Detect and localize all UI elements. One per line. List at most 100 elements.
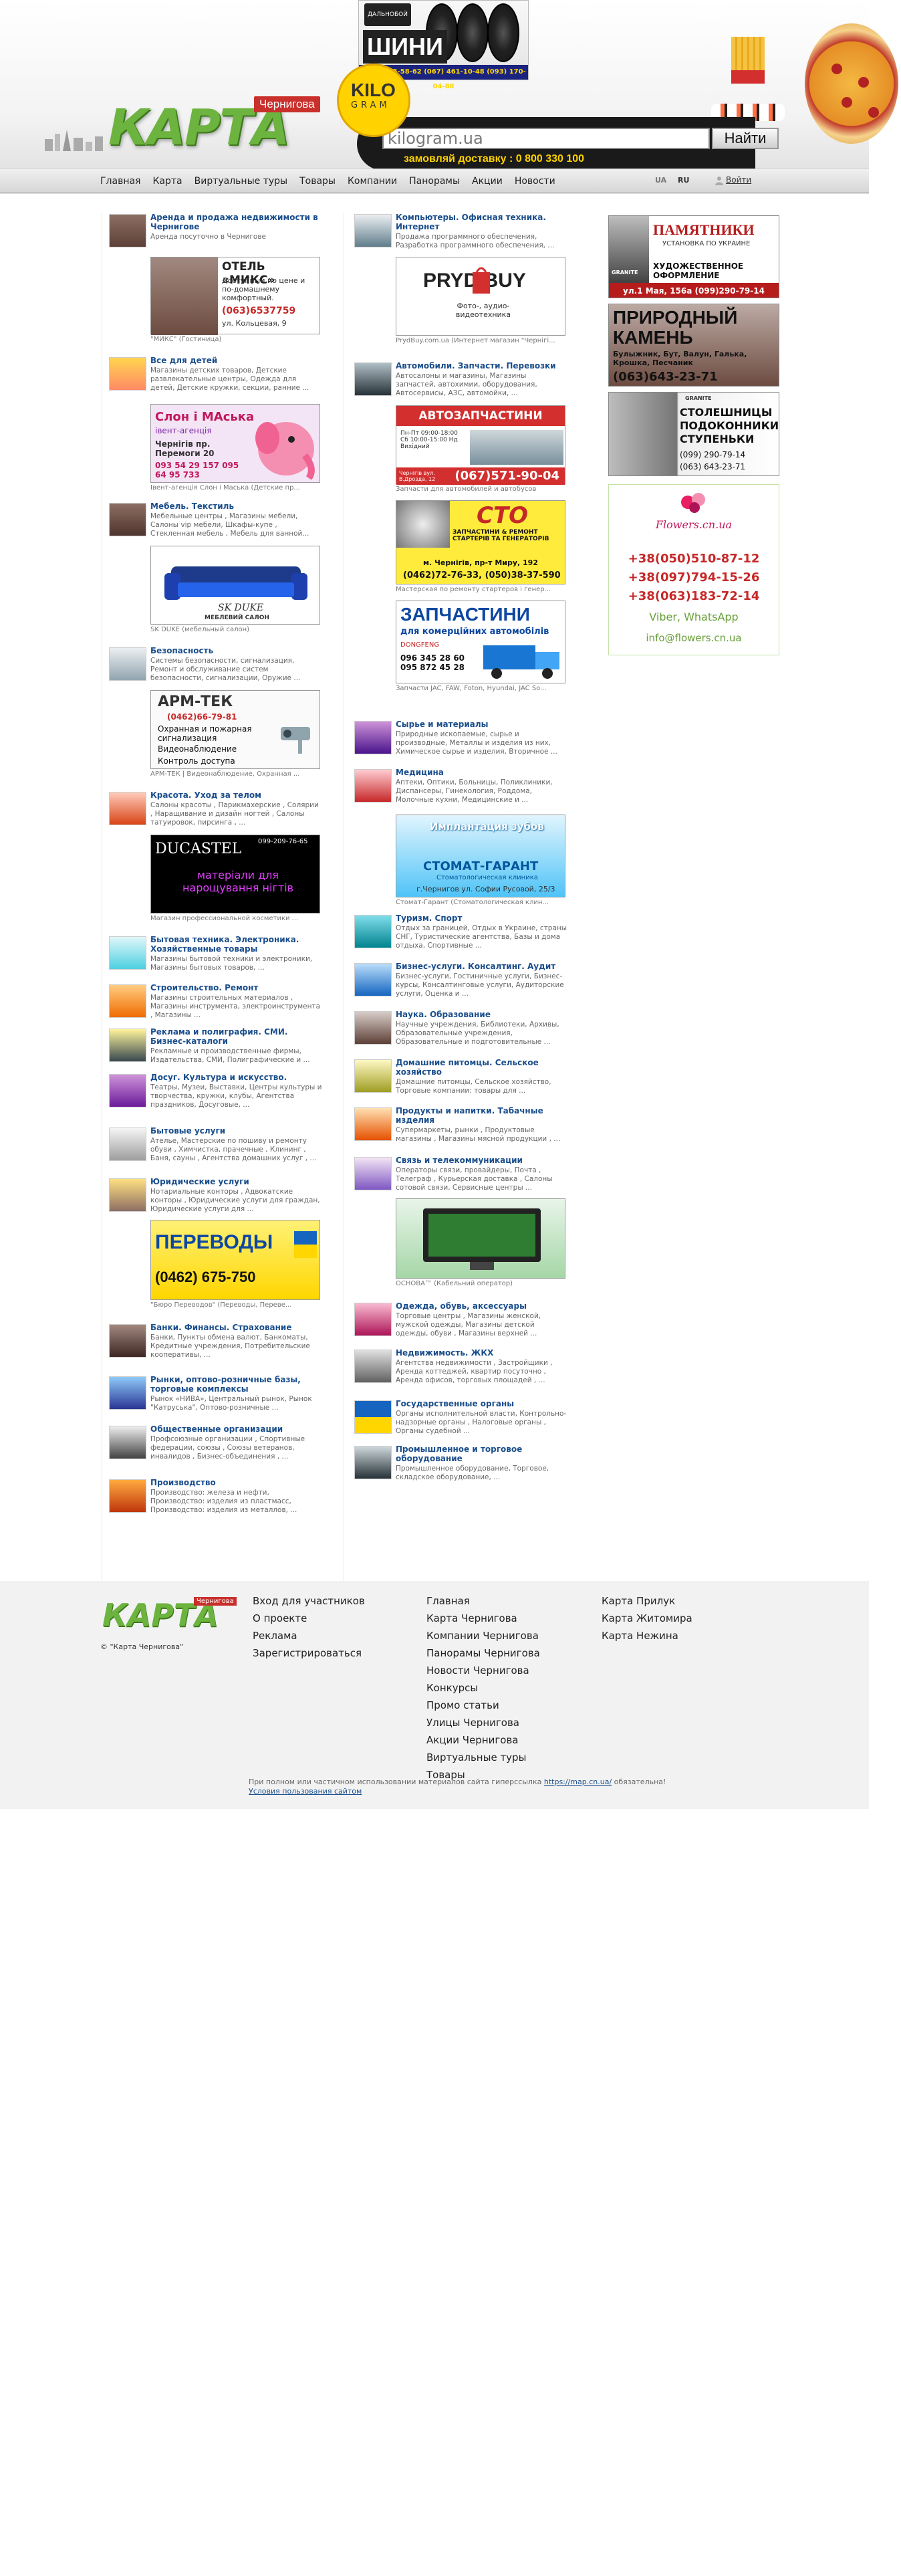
sk-duke-ad[interactable]: SK DUKE МЕБЛЕВИЙ САЛОН [150, 546, 320, 625]
footer-note: При полном или частичном использовании м… [249, 1778, 666, 1786]
footer-link[interactable]: Виртуальные туры [426, 1752, 540, 1763]
footer-link[interactable]: Панорамы Чернигова [426, 1648, 540, 1659]
natural-stone-banner[interactable]: ПРИРОДНЫЙ КАМЕНЬ Булыжник, Бут, Валун, Г… [608, 304, 779, 387]
ukraine-emblem-icon [294, 1231, 317, 1258]
category-title[interactable]: Рынки, оптово-розничные базы, торговые к… [150, 1375, 323, 1394]
nav-item-home[interactable]: Главная [100, 176, 140, 187]
translations-ad[interactable]: ПЕРЕВОДЫ (0462) 675-750 [150, 1220, 320, 1300]
footer-link[interactable]: Конкурсы [426, 1683, 540, 1694]
stomat-garant-ad[interactable]: Имплантация зубов СТОМАТ-ГАРАНТ Стоматол… [396, 815, 565, 897]
countertops-banner[interactable]: GRANITE СТОЛЕШНИЦЫ ПОДОКОННИКИ СТУПЕНЬКИ… [608, 392, 779, 476]
category-title[interactable]: Государственные органы [396, 1399, 568, 1408]
dongfeng-ad[interactable]: ЗАПЧАСТИНИ для комерційних автомобілів D… [396, 601, 565, 683]
category-title[interactable]: Производство [150, 1478, 323, 1487]
footer-link[interactable]: Акции Чернигова [426, 1735, 540, 1746]
category-title[interactable]: Медицина [396, 768, 568, 777]
search-input[interactable] [382, 128, 710, 149]
nav-item-goods[interactable]: Товары [299, 176, 336, 187]
ad-caption[interactable]: ОСНОВА™ (Кабельний оператор) [396, 1280, 568, 1287]
user-icon [715, 177, 723, 185]
footer-city-link[interactable]: Карта Житомира [602, 1613, 692, 1624]
ad-caption[interactable]: Стомат-Гарант (Стоматологическая клин... [396, 899, 568, 906]
nav-item-map[interactable]: Карта [152, 176, 182, 187]
category-title[interactable]: Бытовые услуги [150, 1126, 323, 1136]
category-title[interactable]: Аренда и продажа недвижимости в Чернигов… [150, 213, 323, 231]
category-title[interactable]: Наука. Образование [396, 1010, 568, 1019]
category-title[interactable]: Общественные организации [150, 1424, 323, 1434]
nav-item-companies[interactable]: Компании [348, 176, 397, 187]
category-title[interactable]: Безопасность [150, 646, 323, 655]
category-title[interactable]: Связь и телекоммуникации [396, 1156, 568, 1165]
slon-i-maska-ad[interactable]: Слон і МАська івент-агенція Чернігів пр.… [150, 404, 320, 483]
avtozapchastyny-ad[interactable]: АВТОЗАПЧАСТИНИ Пн-Пт 09:00-18:00 Сб 10:0… [396, 405, 565, 485]
category-desc: Автосалоны и магазины, Магазины запчасте… [396, 372, 537, 397]
footer-link[interactable]: Компании Чернигова [426, 1630, 540, 1642]
ad-caption[interactable]: АРМ-ТЕК | Видеонаблюдение, Охранная ... [150, 770, 323, 778]
category-title[interactable]: Мебель. Текстиль [150, 502, 323, 511]
search-button[interactable]: Найти [712, 128, 779, 149]
ad-caption[interactable]: "МИКС" (Гостиница) [150, 336, 323, 343]
category-title[interactable]: Домашние питомцы. Сельское хозяйство [396, 1058, 568, 1077]
category-title[interactable]: Бизнес-услуги. Консалтинг. Аудит [396, 962, 568, 971]
footer-register-link[interactable]: Зарегистрироваться [253, 1648, 365, 1659]
category-title[interactable]: Одежда, обувь, аксессуары [396, 1301, 568, 1311]
category-title[interactable]: Компьютеры. Офисная техника. Интернет [396, 213, 568, 231]
hotel-mix-ad[interactable]: ОТЕЛЬ «МИКС» Доступный по цене и по-дома… [150, 257, 320, 335]
sto-ad[interactable]: СТО ЗАПЧАСТИНИ & РЕМОНТ СТАРТЕРІВ ТА ГЕН… [396, 500, 565, 584]
ad-caption[interactable]: Запчасти для автомобилей и автобусов [396, 486, 568, 493]
pizza-icon [805, 23, 898, 144]
category-title[interactable]: Все для детей [150, 356, 323, 365]
ad-caption[interactable]: "Бюро Переводов" (Переводы, Переве... [150, 1301, 323, 1309]
category-title[interactable]: Продукты и напитки. Табачные изделия [396, 1106, 568, 1125]
ad-caption[interactable]: Мастерская по ремонту стартеров і генер.… [396, 586, 568, 593]
nav-item-promotions[interactable]: Акции [472, 176, 503, 187]
category-title[interactable]: Сырье и материалы [396, 720, 568, 729]
ad-caption[interactable]: Магазин профессиональной косметики ... [150, 915, 323, 922]
footer-city-link[interactable]: Карта Прилук [602, 1596, 692, 1607]
category-title[interactable]: Промышленное и торговое оборудование [396, 1444, 568, 1463]
flowers-banner[interactable]: Flowers.cn.ua +38(050)510-87-12 +38(097)… [608, 484, 779, 655]
category-title[interactable]: Автомобили. Запчасти. Перевозки [396, 361, 568, 370]
nav-item-virtual-tours[interactable]: Виртуальные туры [195, 176, 287, 187]
category-title[interactable]: Недвижимость. ЖКХ [396, 1348, 568, 1358]
footer-city-link[interactable]: Карта Нежина [602, 1630, 692, 1642]
nav-item-panoramas[interactable]: Панорамы [409, 176, 460, 187]
category-title[interactable]: Реклама и полиграфия. СМИ. Бизнес-катало… [150, 1027, 323, 1046]
login-link[interactable]: Войти [726, 175, 751, 185]
prydbuy-ad[interactable]: PRYD BUY Фото-, аудио- видеотехника [396, 257, 565, 336]
monuments-banner[interactable]: GRANITE ПАМЯТНИКИ УСТАНОВКА ПО УКРАИНЕ Х… [608, 215, 779, 298]
footer-link[interactable]: Главная [426, 1596, 540, 1607]
lang-ua[interactable]: UA [655, 176, 666, 185]
banner-brand: GRANITE [612, 270, 638, 276]
nav-item-news[interactable]: Новости [515, 176, 555, 187]
lang-ru[interactable]: RU [678, 176, 689, 185]
category-title[interactable]: Красота. Уход за телом [150, 790, 323, 800]
footer-link[interactable]: Промо статьи [426, 1700, 540, 1711]
footer-logo[interactable]: КАРТА Чернигова [90, 1597, 237, 1637]
footer-login-link[interactable]: Вход для участников [253, 1596, 365, 1607]
ad-caption[interactable]: Запчасти JAC, FAW, Foton, Hyundai, JAC S… [396, 685, 568, 692]
arm-tek-ad[interactable]: АРМ-ТЕК (0462)66-79-81 Охранная и пожарн… [150, 690, 320, 769]
banner-line4: (099) 290-79-14 [680, 450, 746, 459]
category-title[interactable]: Строительство. Ремонт [150, 983, 323, 992]
category-title[interactable]: Банки. Финансы. Страхование [150, 1323, 323, 1332]
kilogram-logo[interactable]: KILO GRAM [337, 64, 410, 137]
ad-caption[interactable]: Івент-агенція Слон і Маська (Детские пр.… [150, 484, 323, 492]
ducastel-ad[interactable]: DUCASTEL 099-209-76-65 матеріали для нар… [150, 835, 320, 914]
footer-about-link[interactable]: О проекте [253, 1613, 365, 1624]
category-desc: Домашние питомцы, Сельское хозяйство, То… [396, 1078, 551, 1095]
footer-ads-link[interactable]: Реклама [253, 1630, 365, 1642]
footer-terms-link[interactable]: Условия пользования сайтом [249, 1787, 362, 1796]
category-title[interactable]: Бытовая техника. Электроника. Хозяйствен… [150, 935, 323, 954]
osnova-ad[interactable] [396, 1198, 565, 1279]
site-logo[interactable]: КАРТА Чернигова [41, 92, 329, 166]
footer-link[interactable]: Карта Чернигова [426, 1613, 540, 1624]
footer-note-link[interactable]: https://map.cn.ua/ [544, 1778, 612, 1786]
category-title[interactable]: Досуг. Культура и искусство. [150, 1073, 323, 1082]
ad-caption[interactable]: SK DUKE (мебельный салон) [150, 626, 323, 633]
footer-link[interactable]: Улицы Чернигова [426, 1717, 540, 1729]
category-title[interactable]: Юридические услуги [150, 1177, 323, 1186]
ad-caption[interactable]: PrydBuy.com.ua (Интернет магазин "Черніг… [396, 337, 568, 344]
category-title[interactable]: Туризм. Спорт [396, 914, 568, 923]
footer-link[interactable]: Новости Чернигова [426, 1665, 540, 1677]
